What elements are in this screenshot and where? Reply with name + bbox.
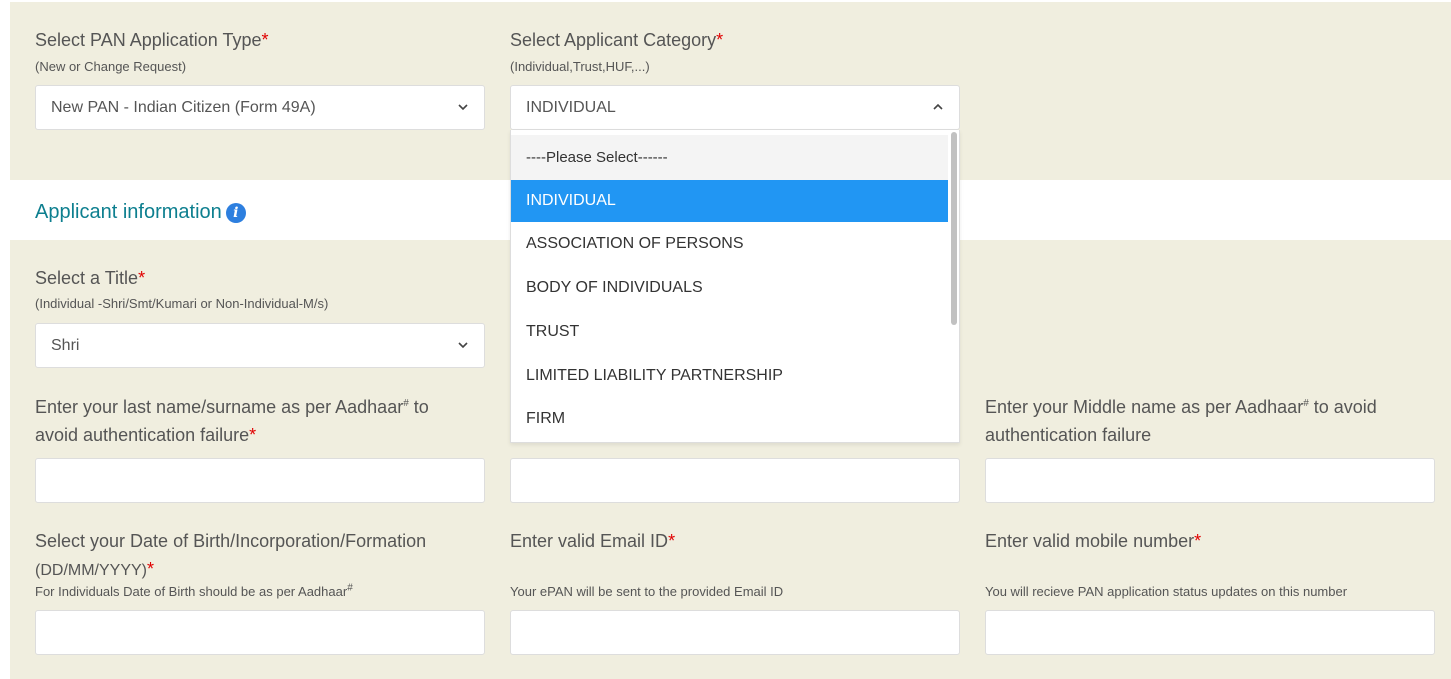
- mobile-label: Enter valid mobile number*: [985, 527, 1201, 555]
- section-title: Applicant information i: [35, 201, 246, 224]
- email-label: Enter valid Email ID*: [510, 527, 675, 555]
- required-marker: *: [668, 531, 676, 551]
- middle-name-label: Enter your Middle name as per Aadhaar# t…: [985, 393, 1435, 449]
- application-type-label-text: Select PAN Application Type: [35, 30, 262, 50]
- required-marker: *: [261, 30, 269, 50]
- dropdown-option-individual[interactable]: INDIVIDUAL: [511, 180, 949, 222]
- title-select[interactable]: Shri: [35, 323, 485, 368]
- dropdown-option-placeholder[interactable]: ----Please Select------: [511, 135, 949, 180]
- title-label: Select a Title*: [35, 264, 145, 292]
- dob-format: (DD/MM/YYYY): [35, 562, 147, 579]
- dropdown-scrollbar-thumb[interactable]: [951, 132, 957, 325]
- dob-label: Select your Date of Birth/Incorporation/…: [35, 527, 495, 585]
- applicant-category-dropdown[interactable]: ----Please Select------ INDIVIDUAL ASSOC…: [510, 130, 960, 443]
- title-hint: (Individual -Shri/Smt/Kumari or Non-Indi…: [35, 296, 329, 311]
- dropdown-option-body-of-individuals[interactable]: BODY OF INDIVIDUALS: [511, 266, 949, 310]
- dropdown-option-association-of-persons[interactable]: ASSOCIATION OF PERSONS: [511, 222, 949, 266]
- chevron-up-icon: [933, 103, 943, 110]
- dob-label-text: Select your Date of Birth/Incorporation/…: [35, 531, 427, 551]
- application-type-select[interactable]: New PAN - Indian Citizen (Form 49A): [35, 85, 485, 130]
- applicant-category-value: INDIVIDUAL: [526, 99, 616, 116]
- applicant-category-select[interactable]: INDIVIDUAL: [510, 85, 960, 130]
- last-name-label-end: to: [408, 397, 429, 417]
- title-value: Shri: [51, 337, 80, 354]
- mobile-hint: You will recieve PAN application status …: [985, 584, 1348, 599]
- dropdown-scrollbar[interactable]: [948, 130, 959, 442]
- middle-name-label-end: to avoid: [1308, 397, 1377, 417]
- email-hint: Your ePAN will be sent to the provided E…: [510, 584, 784, 599]
- middle-name-label-text: Enter your Middle name as per Aadhaar: [985, 397, 1304, 417]
- section-title-text: Applicant information: [35, 201, 222, 223]
- dob-hint: For Individuals Date of Birth should be …: [35, 582, 353, 599]
- email-label-text: Enter valid Email ID: [510, 531, 669, 551]
- required-marker: *: [1194, 531, 1202, 551]
- dob-hint-text: For Individuals Date of Birth should be …: [35, 584, 348, 599]
- mobile-input[interactable]: [985, 610, 1435, 655]
- required-marker: *: [716, 30, 724, 50]
- title-label-text: Select a Title: [35, 268, 139, 288]
- mobile-label-text: Enter valid mobile number: [985, 531, 1195, 551]
- first-name-input[interactable]: [510, 458, 960, 503]
- required-marker: *: [249, 425, 257, 445]
- last-name-label-line2: avoid authentication failure: [35, 425, 250, 445]
- dropdown-option-trust[interactable]: TRUST: [511, 310, 949, 354]
- chevron-down-icon: [458, 342, 468, 349]
- last-name-label: Enter your last name/surname as per Aadh…: [35, 393, 485, 449]
- chevron-down-icon: [458, 104, 468, 111]
- dropdown-option-limited-liability-partnership[interactable]: LIMITED LIABILITY PARTNERSHIP: [511, 354, 949, 397]
- required-marker: *: [138, 268, 146, 288]
- dropdown-option-firm[interactable]: FIRM: [511, 397, 949, 441]
- applicant-category-label: Select Applicant Category*: [510, 26, 723, 54]
- email-input[interactable]: [510, 610, 960, 655]
- dob-input[interactable]: [35, 610, 485, 655]
- aadhaar-footnote-mark: #: [347, 582, 353, 594]
- middle-name-input[interactable]: [985, 458, 1435, 503]
- application-type-hint: (New or Change Request): [35, 59, 187, 74]
- last-name-input[interactable]: [35, 458, 485, 503]
- info-icon[interactable]: i: [225, 202, 246, 223]
- applicant-category-label-text: Select Applicant Category: [510, 30, 717, 50]
- application-type-value: New PAN - Indian Citizen (Form 49A): [51, 99, 316, 116]
- application-type-label: Select PAN Application Type*: [35, 26, 268, 54]
- middle-name-label-line2: authentication failure: [985, 425, 1152, 445]
- applicant-category-hint: (Individual,Trust,HUF,...): [510, 59, 650, 74]
- required-marker: *: [147, 559, 155, 579]
- last-name-label-text: Enter your last name/surname as per Aadh…: [35, 397, 404, 417]
